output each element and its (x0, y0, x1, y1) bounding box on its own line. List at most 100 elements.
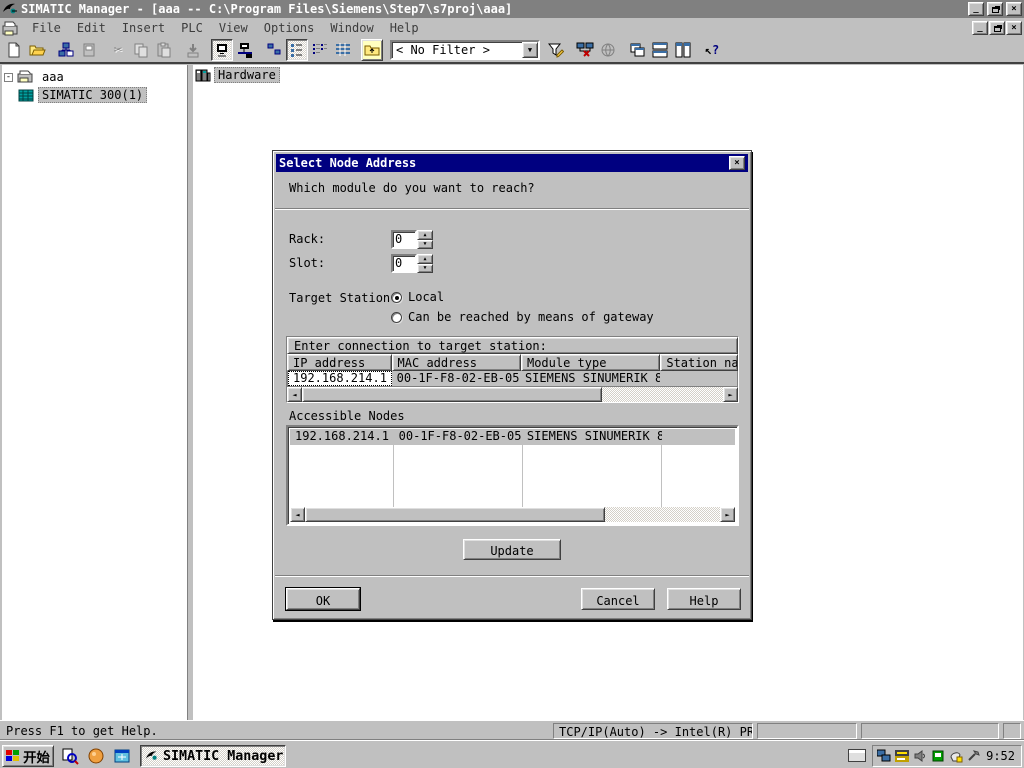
task-simatic-manager[interactable]: SIMATIC Manager - [... (140, 745, 286, 767)
menu-edit[interactable]: Edit (69, 19, 114, 37)
mdi-restore-button[interactable] (989, 21, 1005, 35)
internet-button[interactable] (597, 39, 619, 61)
pc-adapter-icon[interactable] (931, 749, 945, 763)
radio-gateway[interactable]: Can be reached by means of gateway (391, 310, 654, 324)
module-type-cell[interactable]: SIEMENS SINUMERIK 84┘ (522, 429, 662, 445)
slot-stepper[interactable]: 0 ▲ ▼ (391, 254, 433, 273)
cut-button[interactable]: ✂ (107, 39, 129, 61)
tree-item-project[interactable]: - aaa (4, 69, 185, 85)
volume-icon[interactable] (913, 749, 927, 763)
tile-horizontal-button[interactable] (649, 39, 671, 61)
tools-icon[interactable] (967, 749, 981, 763)
online-offline-button[interactable] (234, 39, 256, 61)
tile-vertical-button[interactable] (672, 39, 694, 61)
small-icons-button[interactable] (286, 39, 308, 61)
rack-down-icon[interactable]: ▼ (417, 240, 433, 250)
set-filter-button[interactable] (545, 39, 567, 61)
cancel-button[interactable]: Cancel (581, 588, 655, 610)
scroll-left-icon[interactable]: ◄ (290, 507, 305, 522)
update-button[interactable]: Update (463, 539, 561, 560)
new-project-button[interactable] (3, 39, 25, 61)
accessible-scrollbar[interactable]: ◄ ► (290, 507, 735, 522)
station-name-cell[interactable] (662, 429, 735, 445)
open-project-button[interactable] (26, 39, 48, 61)
hardware-item[interactable]: Hardware (195, 67, 280, 83)
scroll-right-icon[interactable]: ► (723, 387, 738, 402)
network-tray-icon[interactable] (877, 749, 891, 763)
mac-address-cell[interactable]: 00-1F-F8-02-EB-05 (394, 429, 522, 445)
radio-local-label[interactable]: Local (408, 290, 444, 304)
tray-clock[interactable]: 9:52 (986, 749, 1015, 763)
scrollbar-thumb[interactable] (305, 507, 605, 522)
keyboard-layout-icon[interactable] (848, 749, 866, 762)
column-header-module[interactable]: Module type (521, 354, 660, 371)
slot-down-icon[interactable]: ▼ (417, 264, 433, 274)
column-header-station[interactable]: Station name (660, 354, 738, 371)
tree-item-label[interactable]: SIMATIC 300(1) (38, 87, 147, 103)
tree-item-station[interactable]: SIMATIC 300(1) (18, 87, 185, 103)
large-icons-button[interactable] (263, 39, 285, 61)
station-name-cell[interactable] (660, 371, 737, 386)
help-button[interactable]: Help (667, 588, 741, 610)
mdi-close-button[interactable]: × (1006, 21, 1022, 35)
project-window-icon[interactable] (2, 21, 20, 36)
quick-launch-window-icon[interactable] (112, 746, 132, 766)
network-connections-button[interactable] (574, 39, 596, 61)
station-blocks-button[interactable] (55, 39, 77, 61)
details-view-button[interactable] (332, 39, 354, 61)
rack-value[interactable]: 0 (391, 230, 417, 249)
rack-up-icon[interactable]: ▲ (417, 230, 433, 240)
column-header-ip[interactable]: IP address (287, 354, 392, 371)
column-header-mac[interactable]: MAC address (392, 354, 521, 371)
ip-address-field[interactable]: 192.168.214.1 (288, 371, 392, 386)
accessible-nodes-button[interactable] (211, 39, 233, 61)
radio-local[interactable]: Local (391, 290, 444, 304)
module-type-cell[interactable]: SIEMENS SINUMERIK 84┘ (520, 371, 660, 386)
cascade-windows-button[interactable] (626, 39, 648, 61)
scroll-right-icon[interactable]: ► (720, 507, 735, 522)
ip-address-cell[interactable]: 192.168.214.1 (290, 429, 394, 445)
close-button[interactable]: × (1006, 2, 1022, 16)
menu-file[interactable]: File (24, 19, 69, 37)
ok-button[interactable]: OK (286, 588, 360, 610)
scrollbar-track[interactable] (305, 507, 720, 522)
mdi-minimize-button[interactable]: _ (972, 21, 988, 35)
connection-row[interactable]: 192.168.214.1 00-1F-F8-02-EB-05 SIEMENS … (287, 371, 738, 387)
connection-scrollbar[interactable]: ◄ ► (287, 387, 738, 402)
scrollbar-thumb[interactable] (302, 387, 602, 402)
restore-button[interactable] (987, 2, 1003, 16)
slot-value[interactable]: 0 (391, 254, 417, 273)
radio-local-icon[interactable] (391, 292, 402, 303)
menu-plc[interactable]: PLC (173, 19, 211, 37)
menu-help[interactable]: Help (382, 19, 427, 37)
tree-item-label[interactable]: aaa (39, 70, 67, 84)
mouse-settings-icon[interactable] (949, 749, 963, 763)
copy-button[interactable] (130, 39, 152, 61)
rack-stepper[interactable]: 0 ▲ ▼ (391, 230, 433, 249)
hardware-item-label[interactable]: Hardware (214, 67, 280, 83)
list-view-button[interactable] (309, 39, 331, 61)
radio-gateway-label[interactable]: Can be reached by means of gateway (408, 310, 654, 324)
download-button[interactable] (182, 39, 204, 61)
filter-select[interactable]: < No Filter > ▼ (390, 40, 540, 60)
up-one-level-button[interactable] (361, 39, 383, 61)
context-help-button[interactable]: ↖? (701, 39, 723, 61)
menu-insert[interactable]: Insert (114, 19, 173, 37)
tree-expander-icon[interactable]: - (4, 73, 13, 82)
quick-launch-ball-icon[interactable] (86, 746, 106, 766)
memory-card-button[interactable] (78, 39, 100, 61)
mac-address-cell[interactable]: 00-1F-F8-02-EB-05 (392, 371, 520, 386)
quick-launch-viewer-icon[interactable] (60, 746, 80, 766)
paste-button[interactable] (153, 39, 175, 61)
accessible-node-row[interactable]: 192.168.214.1 00-1F-F8-02-EB-05 SIEMENS … (290, 429, 735, 445)
dialog-close-button[interactable]: × (729, 156, 745, 170)
scroll-left-icon[interactable]: ◄ (287, 387, 302, 402)
scrollbar-track[interactable] (302, 387, 723, 402)
radio-gateway-icon[interactable] (391, 312, 402, 323)
start-button[interactable]: 开始 (2, 745, 54, 767)
dialog-titlebar[interactable]: Select Node Address × (276, 154, 748, 172)
slot-up-icon[interactable]: ▲ (417, 254, 433, 264)
menu-window[interactable]: Window (322, 19, 381, 37)
minimize-button[interactable]: _ (968, 2, 984, 16)
menu-options[interactable]: Options (256, 19, 323, 37)
